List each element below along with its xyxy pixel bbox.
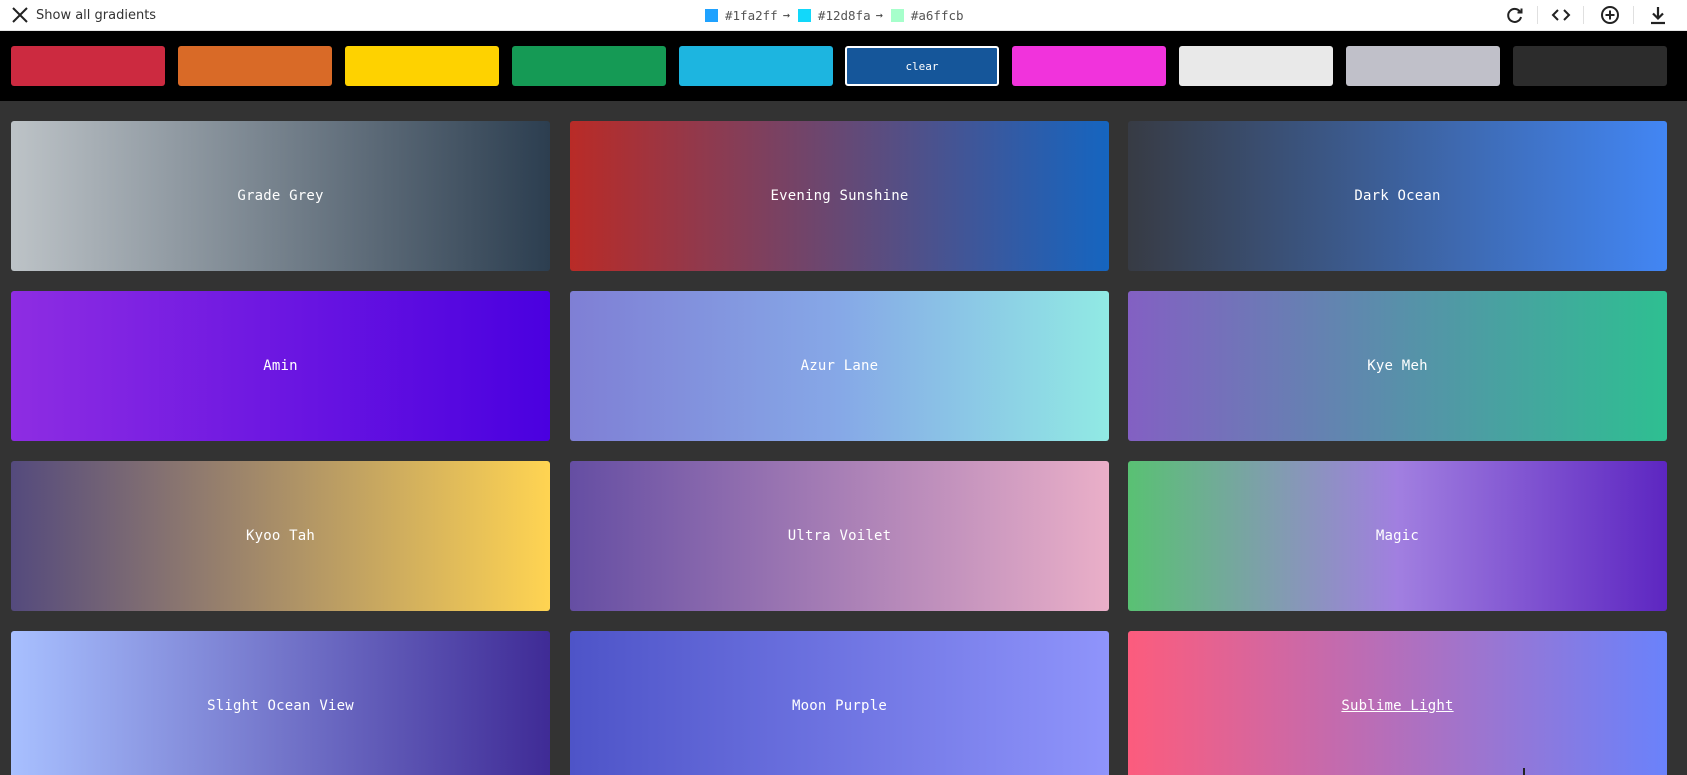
gradient-card-grade-grey[interactable]: Grade Grey [11, 121, 550, 271]
gradient-card-ultra-voilet[interactable]: Ultra Voilet [570, 461, 1109, 611]
filter-cyan[interactable] [679, 46, 833, 86]
top-bar: Show all gradients #1fa2ff → #12d8fa → #… [0, 0, 1687, 31]
code-icon [1551, 9, 1571, 21]
gradient-name: Kye Meh [1367, 358, 1428, 374]
gradient-card-sublime-light[interactable]: Sublime Light [1128, 631, 1667, 775]
gradient-card-amin[interactable]: Amin [11, 291, 550, 441]
download-button[interactable] [1647, 4, 1669, 26]
gradient-name: Moon Purple [792, 698, 887, 714]
color-swatch [705, 8, 718, 22]
filter-magenta[interactable] [1012, 46, 1166, 86]
gradient-name: Slight Ocean View [207, 698, 354, 714]
current-gradient-colors: #1fa2ff → #12d8fa → #a6ffcb [705, 4, 964, 26]
gradient-name: Magic [1375, 528, 1420, 544]
filter-red[interactable] [11, 46, 165, 86]
gradient-name: Azur Lane [800, 358, 879, 374]
filter-white[interactable] [1179, 46, 1333, 86]
filter-black[interactable] [1513, 46, 1667, 86]
gradient-card-kye-meh[interactable]: Kye Meh [1128, 291, 1667, 441]
gradient-name: Dark Ocean [1354, 188, 1441, 204]
color-hex: #a6ffcb [910, 7, 964, 23]
gradient-name: Sublime Light [1341, 698, 1454, 714]
divider [1583, 6, 1584, 24]
color-swatch [890, 8, 904, 22]
color-filter-bar: clear [0, 31, 1687, 101]
filter-green[interactable] [512, 46, 666, 86]
filter-orange[interactable] [178, 46, 332, 86]
mouse-cursor [1523, 768, 1525, 775]
gradient-grid: Grade Grey Evening Sunshine Dark Ocean A… [0, 101, 1687, 775]
color-chip[interactable]: #1fa2ff → [705, 8, 790, 23]
gradient-name: Kyoo Tah [245, 528, 316, 544]
arrow-icon: → [782, 8, 790, 22]
download-icon [1651, 7, 1665, 25]
close-icon [12, 7, 28, 23]
filter-grey[interactable] [1346, 46, 1500, 86]
get-css-button[interactable] [1550, 4, 1572, 26]
clear-filter-label: clear [905, 59, 939, 73]
filter-blue-clear[interactable]: clear [845, 46, 999, 86]
color-swatch [797, 8, 811, 22]
gradient-name: Evening Sunshine [770, 188, 909, 204]
gradient-card-dark-ocean[interactable]: Dark Ocean [1128, 121, 1667, 271]
divider [1633, 6, 1634, 24]
color-chip[interactable]: #a6ffcb [890, 7, 964, 23]
add-circle-icon [1601, 6, 1619, 24]
divider [1537, 6, 1538, 24]
color-hex: #12d8fa [817, 7, 871, 23]
show-all-gradients-button[interactable]: Show all gradients [10, 4, 156, 26]
gradient-card-slight-ocean-view[interactable]: Slight Ocean View [11, 631, 550, 775]
gradient-card-azur-lane[interactable]: Azur Lane [570, 291, 1109, 441]
color-chip[interactable]: #12d8fa → [797, 7, 883, 23]
gradient-name: Ultra Voilet [787, 528, 892, 544]
arrow-icon: → [875, 8, 883, 22]
refresh-icon [1507, 7, 1523, 23]
add-gradient-button[interactable] [1599, 4, 1621, 26]
show-all-label: Show all gradients [36, 7, 157, 23]
gradient-card-evening-sunshine[interactable]: Evening Sunshine [570, 121, 1109, 271]
gradient-card-moon-purple[interactable]: Moon Purple [570, 631, 1109, 775]
filter-yellow[interactable] [345, 46, 499, 86]
color-hex: #1fa2ff [725, 7, 778, 23]
gradient-card-kyoo-tah[interactable]: Kyoo Tah [11, 461, 550, 611]
gradient-name: Amin [263, 358, 298, 374]
toolbar [1497, 0, 1687, 31]
refresh-button[interactable] [1504, 4, 1526, 26]
gradient-card-magic[interactable]: Magic [1128, 461, 1667, 611]
gradient-name: Grade Grey [237, 188, 324, 204]
